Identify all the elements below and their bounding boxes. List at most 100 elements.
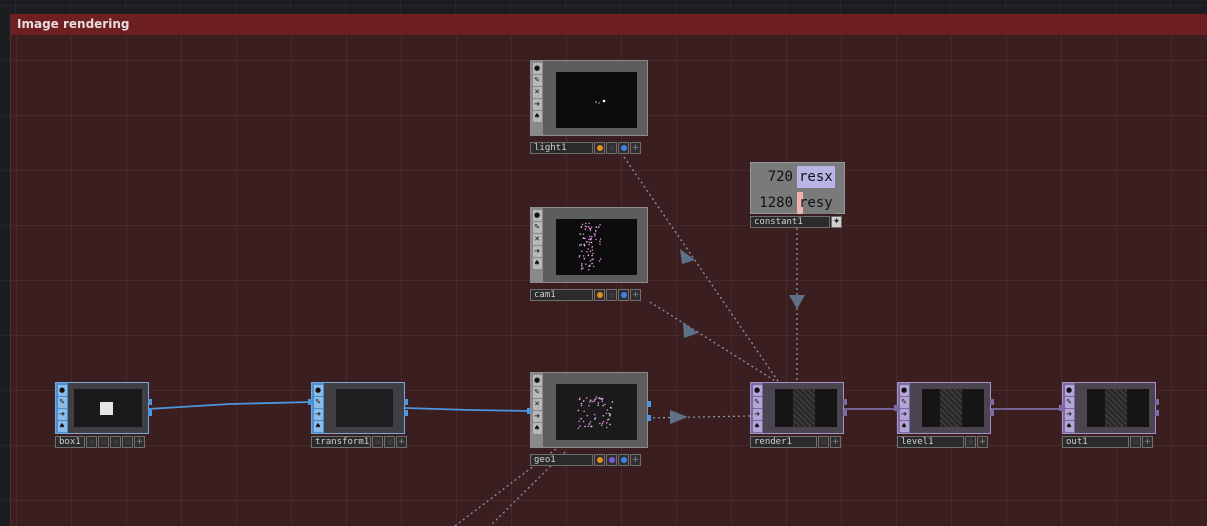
flag-empty[interactable]	[1130, 436, 1141, 448]
flag-empty[interactable]	[606, 142, 617, 154]
output-connector-2[interactable]	[1155, 410, 1159, 416]
lock-icon[interactable]: ♠	[532, 423, 542, 434]
node-name[interactable]: box1	[55, 436, 85, 448]
cook-icon[interactable]: ●	[752, 385, 762, 396]
node-add-icon[interactable]: +	[830, 436, 841, 448]
node-name[interactable]: cam1	[530, 289, 593, 301]
arrow-icon[interactable]: ➔	[752, 409, 762, 420]
node-add-icon[interactable]: +	[630, 454, 641, 466]
flag-blue[interactable]	[618, 142, 629, 154]
cook-icon[interactable]: ●	[532, 375, 542, 386]
node-add-icon[interactable]: ✦	[831, 216, 842, 228]
arrow-icon[interactable]: ➔	[532, 246, 542, 257]
node-flag-strip[interactable]: ● ✎ ➔ ♠	[312, 383, 324, 433]
output-connector[interactable]	[1155, 399, 1159, 405]
lock-icon[interactable]: ♠	[57, 421, 67, 432]
output-connector-2[interactable]	[148, 410, 152, 416]
render1-node[interactable]: ● ✎ ➔ ♠ render1 +	[750, 382, 847, 448]
link-geo1-render1[interactable]	[647, 415, 751, 419]
output-connector[interactable]	[148, 399, 152, 405]
arrow-icon[interactable]: ➔	[57, 409, 67, 420]
node-name[interactable]: geo1	[530, 454, 593, 466]
node-viewer[interactable]	[556, 219, 637, 275]
flag-empty[interactable]	[965, 436, 976, 448]
constant1-node[interactable]: 720 resx 1280 resy constant1 ✦	[750, 162, 845, 228]
node-viewer[interactable]	[556, 384, 637, 440]
edit-icon[interactable]: ✎	[752, 397, 762, 408]
edit-icon[interactable]: ✎	[532, 75, 542, 86]
bypass-icon[interactable]: ✕	[532, 87, 542, 98]
input-connector[interactable]	[1059, 405, 1063, 411]
flag-orange[interactable]	[594, 454, 605, 466]
node-flag-strip[interactable]: ● ✎ ✕ ➔ ♠	[531, 61, 543, 135]
node-flag-strip[interactable]: ● ✎ ✕ ➔ ♠	[531, 208, 543, 282]
flag-empty[interactable]	[818, 436, 829, 448]
node-add-icon[interactable]: +	[977, 436, 988, 448]
bypass-icon[interactable]: ✕	[532, 399, 542, 410]
flag-empty[interactable]	[110, 436, 121, 448]
node-name[interactable]: out1	[1062, 436, 1129, 448]
cook-icon[interactable]: ●	[1064, 385, 1074, 396]
transform1-node[interactable]: ● ✎ ➔ ♠ transform1 +	[308, 382, 408, 448]
flag-empty[interactable]	[122, 436, 133, 448]
node-viewer[interactable]	[336, 389, 393, 427]
node-viewer[interactable]	[74, 389, 142, 427]
input-connector[interactable]	[308, 399, 312, 405]
edit-icon[interactable]: ✎	[57, 397, 67, 408]
link-cam1-render1[interactable]	[649, 301, 781, 385]
node-add-icon[interactable]: +	[630, 289, 641, 301]
bypass-icon[interactable]: ✕	[532, 234, 542, 245]
edit-icon[interactable]: ✎	[313, 397, 323, 408]
output-connector[interactable]	[843, 399, 847, 405]
flag-blue[interactable]	[618, 289, 629, 301]
node-flag-strip[interactable]: ● ✎ ➔ ♠	[56, 383, 68, 433]
edit-icon[interactable]: ✎	[899, 397, 909, 408]
node-name[interactable]: level1	[897, 436, 964, 448]
node-viewer[interactable]	[556, 72, 637, 128]
node-flag-strip[interactable]: ● ✎ ➔ ♠	[898, 383, 910, 433]
wire-transform1-geo1[interactable]	[404, 407, 533, 412]
node-add-icon[interactable]: +	[396, 436, 407, 448]
flag-orange[interactable]	[594, 142, 605, 154]
flag-purple[interactable]	[606, 454, 617, 466]
node-name[interactable]: constant1	[750, 216, 830, 228]
node-viewer[interactable]	[1087, 389, 1149, 427]
flag-empty[interactable]	[384, 436, 395, 448]
input-connector[interactable]	[527, 408, 531, 414]
output-connector-2[interactable]	[647, 415, 651, 421]
edit-icon[interactable]: ✎	[1064, 397, 1074, 408]
node-name[interactable]: render1	[750, 436, 817, 448]
lock-icon[interactable]: ♠	[313, 421, 323, 432]
input-connector[interactable]	[894, 405, 898, 411]
level1-node[interactable]: ● ✎ ➔ ♠ level1 +	[894, 382, 994, 448]
lock-icon[interactable]: ♠	[532, 258, 542, 269]
cook-icon[interactable]: ●	[313, 385, 323, 396]
output-connector[interactable]	[404, 399, 408, 405]
flag-empty[interactable]	[606, 289, 617, 301]
output-connector[interactable]	[647, 401, 651, 407]
node-flag-strip[interactable]: ● ✎ ➔ ♠	[1063, 383, 1075, 433]
light1-node[interactable]: ● ✎ ✕ ➔ ♠ light1 +	[530, 60, 648, 155]
arrow-icon[interactable]: ➔	[899, 409, 909, 420]
cook-icon[interactable]: ●	[532, 63, 542, 74]
edit-icon[interactable]: ✎	[532, 387, 542, 398]
flag-orange[interactable]	[594, 289, 605, 301]
flag-empty[interactable]	[372, 436, 383, 448]
cook-icon[interactable]: ●	[899, 385, 909, 396]
arrow-icon[interactable]: ➔	[313, 409, 323, 420]
geo1-node[interactable]: ● ✎ ✕ ➔ ♠ geo1 +	[527, 372, 651, 466]
node-name[interactable]: transform1	[311, 436, 371, 448]
output-connector-2[interactable]	[843, 410, 847, 416]
arrow-icon[interactable]: ➔	[532, 411, 542, 422]
cam1-node[interactable]: ● ✎ ✕ ➔ ♠ cam1 +	[530, 207, 648, 302]
edit-icon[interactable]: ✎	[532, 222, 542, 233]
lock-icon[interactable]: ♠	[532, 111, 542, 122]
lock-icon[interactable]: ♠	[1064, 421, 1074, 432]
output-connector-2[interactable]	[404, 410, 408, 416]
lock-icon[interactable]: ♠	[752, 421, 762, 432]
node-flag-strip[interactable]: ● ✎ ✕ ➔ ♠	[531, 373, 543, 447]
node-viewer[interactable]	[922, 389, 984, 427]
node-name[interactable]: light1	[530, 142, 593, 154]
node-flag-strip[interactable]: ● ✎ ➔ ♠	[751, 383, 763, 433]
node-add-icon[interactable]: +	[134, 436, 145, 448]
